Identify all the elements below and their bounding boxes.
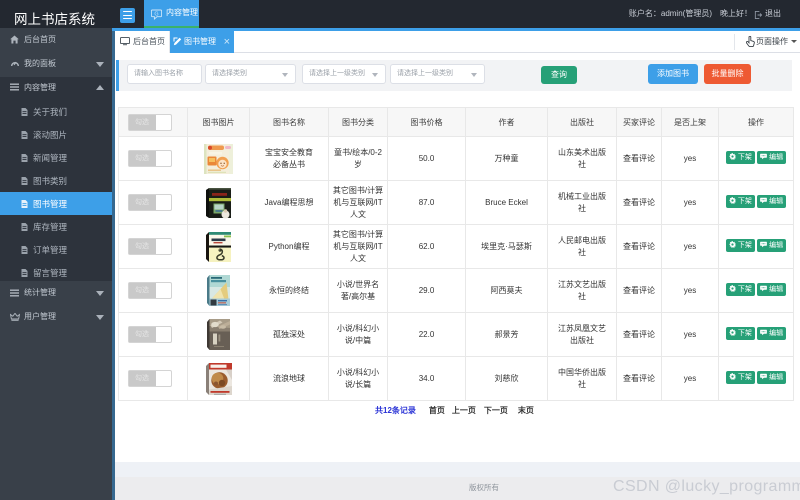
svg-text:G: G xyxy=(154,12,158,18)
